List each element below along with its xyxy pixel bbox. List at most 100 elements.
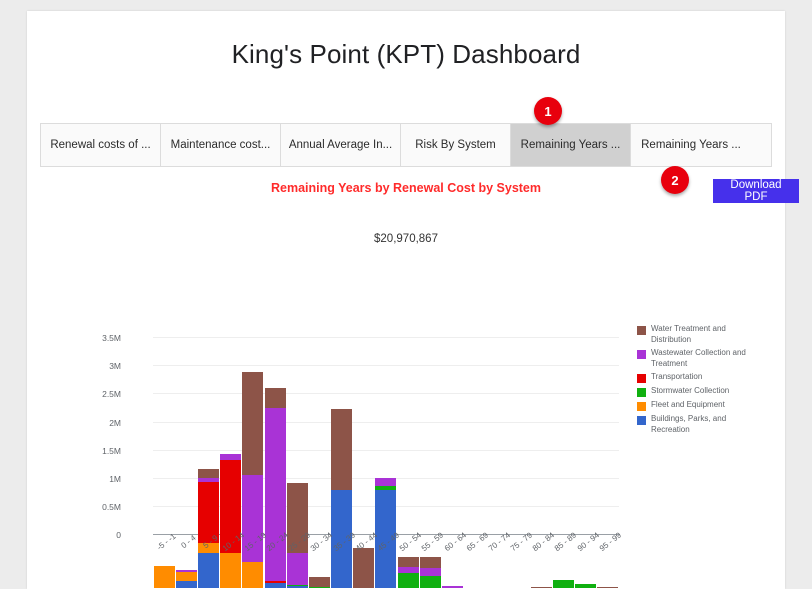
bar-segment xyxy=(397,566,419,574)
bar-segment xyxy=(242,371,264,476)
stacked-bar[interactable] xyxy=(153,565,175,588)
stacked-bar[interactable] xyxy=(575,584,597,588)
stacked-bar[interactable] xyxy=(242,371,264,588)
gridline xyxy=(153,393,619,395)
bar-slot xyxy=(508,380,530,588)
gridline xyxy=(153,337,619,339)
stacked-bar[interactable] xyxy=(353,548,375,588)
x-axis-tick: 60 - 64 xyxy=(442,530,468,554)
bar-segment xyxy=(220,460,242,554)
legend-label: Stormwater Collection xyxy=(651,386,730,395)
stacked-bar[interactable] xyxy=(442,585,464,588)
step-badge-1: 1 xyxy=(534,97,562,125)
tab-label: Maintenance cost... xyxy=(170,139,271,151)
x-tick-slot: 50 - 54 xyxy=(397,531,423,576)
legend-item[interactable]: Water Treatment and Distribution xyxy=(637,324,777,345)
bar-slot xyxy=(441,380,464,588)
legend-item[interactable]: Fleet and Equipment xyxy=(637,400,777,411)
bar-slot xyxy=(242,371,264,588)
stacked-bar[interactable] xyxy=(530,586,552,588)
legend-label: Transportation xyxy=(651,372,703,381)
legend-label: Water Treatment and Distribution xyxy=(651,324,726,344)
bar-segment xyxy=(242,561,264,588)
chart-total-value: $20,970,867 xyxy=(374,233,438,245)
x-axis-tick: 55 - 59 xyxy=(420,530,446,554)
x-tick-slot: 70 - 74 xyxy=(486,531,512,576)
gridline xyxy=(153,449,619,451)
x-axis-line xyxy=(153,534,619,535)
x-axis-tick: -5 - -1 xyxy=(155,531,178,552)
legend-label: Buildings, Parks, and Recreation xyxy=(651,414,727,434)
x-tick-slot: 80 - 84 xyxy=(530,531,556,576)
stacked-bar[interactable] xyxy=(419,557,441,588)
download-pdf-button[interactable]: Download PDF xyxy=(713,179,799,203)
x-tick-slot: 10 - 14 xyxy=(220,531,245,576)
y-axis-tick: 3M xyxy=(109,361,121,372)
x-axis-tick: 15 - 19 xyxy=(242,530,268,554)
bar-segment xyxy=(353,548,375,588)
tab-annual-average[interactable]: Annual Average In... xyxy=(281,124,401,166)
bar-segment xyxy=(220,553,242,588)
bar-segment xyxy=(530,586,552,588)
y-axis-tick: 3.5M xyxy=(102,333,121,344)
legend-swatch-icon xyxy=(637,374,646,383)
x-axis-tick: 5 - 9 xyxy=(201,533,221,551)
bar-slot xyxy=(575,380,597,588)
stacked-bar[interactable] xyxy=(286,483,308,588)
x-axis-tick: 35 - 39 xyxy=(331,530,357,554)
tab-renewal-costs[interactable]: Renewal costs of ... xyxy=(41,124,161,166)
stacked-bar[interactable] xyxy=(331,409,353,588)
x-tick-slot: 60 - 64 xyxy=(441,531,467,576)
x-axis-tick: 50 - 54 xyxy=(397,530,424,554)
x-axis-labels: -5 - -1 0 - 45 - 9 10 - 14 15 - 19 20 - 24 25… xyxy=(153,531,622,576)
bar-segment xyxy=(197,543,219,554)
bar-segment xyxy=(375,478,397,487)
bar-slot xyxy=(220,380,242,588)
bar-slot xyxy=(264,380,286,588)
x-axis-tick: 90 - 94 xyxy=(575,530,601,554)
x-axis-tick: 45 - 49 xyxy=(375,530,401,554)
stacked-bar[interactable] xyxy=(308,576,330,588)
legend-item[interactable]: Buildings, Parks, and Recreation xyxy=(637,414,777,435)
stacked-bar[interactable] xyxy=(220,454,242,588)
stacked-bar[interactable] xyxy=(397,557,419,588)
x-tick-slot: 30 - 34 xyxy=(308,531,334,576)
bar-segment xyxy=(597,587,619,588)
bar-slot xyxy=(464,380,486,588)
tab-bar: Renewal costs of ... Maintenance cost...… xyxy=(40,123,772,167)
stacked-bar[interactable] xyxy=(197,468,219,588)
stacked-bar[interactable] xyxy=(375,478,397,588)
bar-segment xyxy=(197,478,219,482)
legend-item[interactable]: Stormwater Collection xyxy=(637,386,777,397)
x-tick-slot: 40 - 44 xyxy=(353,531,379,576)
legend-swatch-icon xyxy=(637,402,646,411)
legend-item[interactable]: Wastewater Collection and Treatment xyxy=(637,348,777,369)
x-axis-tick: 0 - 4 xyxy=(179,533,198,551)
bar-segment xyxy=(264,408,286,582)
stacked-bar[interactable] xyxy=(597,587,619,588)
gridline xyxy=(153,421,619,423)
legend-label: Fleet and Equipment xyxy=(651,400,725,409)
chart-container: 0 0.5M 1M 1.5M 2M 2.5M 3M 3.5M -5 - -1 0 - 45 - … xyxy=(27,11,785,589)
bar-slot xyxy=(286,380,308,588)
tab-remaining-years-2[interactable]: Remaining Years ... xyxy=(631,124,751,166)
legend-swatch-icon xyxy=(637,326,646,335)
x-tick-slot: 25 - 29 xyxy=(286,531,312,576)
bar-slot xyxy=(597,380,619,588)
tab-label: Remaining Years ... xyxy=(641,139,741,151)
stacked-bar[interactable] xyxy=(552,580,574,588)
tab-label: Risk By System xyxy=(415,139,496,151)
stacked-bar[interactable] xyxy=(175,570,197,588)
tab-risk-by-system[interactable]: Risk By System xyxy=(401,124,511,166)
x-tick-slot: 0 - 4 xyxy=(175,533,198,576)
tab-remaining-years-cost[interactable]: Remaining Years ... xyxy=(511,124,631,166)
bar-segment xyxy=(308,576,330,587)
bar-slot xyxy=(486,380,508,588)
bar-slot xyxy=(308,380,330,588)
tab-maintenance-costs[interactable]: Maintenance cost... xyxy=(161,124,281,166)
bar-segment xyxy=(419,568,441,577)
legend-item[interactable]: Transportation xyxy=(637,372,777,383)
stacked-bar[interactable] xyxy=(264,387,286,588)
x-tick-slot: -5 - -1 xyxy=(153,532,177,576)
x-axis-tick: 70 - 74 xyxy=(486,530,512,554)
